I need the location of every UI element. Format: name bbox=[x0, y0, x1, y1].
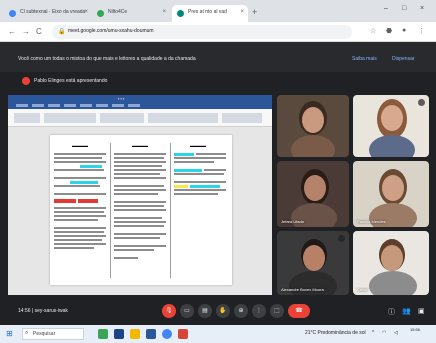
url-text: meet.google.com/umu-sxahu-doumum bbox=[68, 28, 154, 34]
taskbar-clock[interactable]: 15:56 bbox=[410, 327, 420, 332]
meeting-code: sey-sarus-iwak bbox=[34, 308, 68, 314]
search-icon: ⌕ bbox=[25, 330, 29, 336]
column-heading-3: ▬▬▬▬ bbox=[190, 143, 206, 148]
more-options-button[interactable]: ⋮ bbox=[252, 304, 266, 318]
reload-button[interactable]: C bbox=[36, 27, 42, 36]
extension-icon[interactable]: ⬣ bbox=[386, 27, 392, 35]
meeting-time-and-code: 14:56 | sey-sarus-iwak bbox=[18, 308, 68, 314]
present-button[interactable]: ⊕ bbox=[234, 304, 248, 318]
wifi-icon[interactable]: ◠ bbox=[382, 330, 386, 336]
participant-body bbox=[291, 135, 335, 157]
taskbar-app-icon[interactable] bbox=[114, 329, 124, 339]
taskbar-app-icon[interactable] bbox=[98, 329, 108, 339]
close-icon[interactable]: × bbox=[240, 9, 244, 15]
windows-start-icon[interactable]: ⊞ bbox=[6, 329, 13, 338]
participant-tile[interactable] bbox=[277, 95, 349, 157]
url-input[interactable]: 🔒 meet.google.com/umu-sxahu-doumum bbox=[52, 25, 352, 39]
participant-tile[interactable]: Cesar bbox=[353, 231, 429, 295]
meeting-time: 14:56 bbox=[18, 308, 31, 314]
volume-icon[interactable]: ◁ bbox=[394, 330, 398, 336]
participant-tile[interactable]: Paulina Mendes bbox=[353, 161, 429, 227]
dismiss-link[interactable]: Dispensar bbox=[392, 56, 415, 62]
tab-favicon-icon bbox=[9, 10, 16, 17]
tab-label: Pres at nto al vad bbox=[188, 9, 227, 15]
close-icon[interactable]: × bbox=[162, 9, 166, 15]
participant-name: Jefara Ufado bbox=[281, 219, 304, 224]
presenting-text: Pablo Elinges está apresentando bbox=[34, 78, 108, 84]
learn-more-link[interactable]: Saiba mais bbox=[352, 56, 377, 62]
captions-button[interactable]: ▤ bbox=[198, 304, 212, 318]
tab-favicon-icon bbox=[97, 10, 104, 17]
document-page: ▬▬▬▬ ▬▬▬▬ ▬▬▬▬ bbox=[50, 135, 232, 285]
profile-icon[interactable]: ● bbox=[402, 27, 406, 34]
camera-toggle-button[interactable]: ▭ bbox=[180, 304, 194, 318]
info-icon[interactable]: ⓘ bbox=[388, 307, 395, 317]
participant-face bbox=[381, 105, 403, 131]
taskbar-app-icon[interactable] bbox=[178, 329, 188, 339]
tab-favicon-icon bbox=[177, 10, 184, 17]
close-icon[interactable]: × bbox=[84, 9, 88, 15]
participant-name: Cesar bbox=[357, 287, 368, 292]
word-app-icon[interactable] bbox=[146, 329, 156, 339]
browser-tab-1[interactable]: Cl subtexnal · Eixo da vreada × bbox=[4, 5, 92, 22]
tray-chevron-icon[interactable]: ^ bbox=[372, 330, 374, 336]
chrome-app-icon[interactable] bbox=[162, 329, 172, 339]
tab-label: Nilto4Ce bbox=[108, 9, 128, 15]
address-bar: ← → C 🔒 meet.google.com/umu-sxahu-doumum… bbox=[0, 22, 436, 42]
end-call-button[interactable]: ☎ bbox=[288, 304, 310, 318]
windows-taskbar: ⊞ ⌕ Pesquisar 21°C Predominância de sol … bbox=[0, 325, 436, 343]
participant-tile[interactable] bbox=[353, 95, 429, 157]
file-explorer-icon[interactable] bbox=[130, 329, 140, 339]
menu-icon[interactable]: ⋮ bbox=[418, 27, 425, 35]
participant-name: Paulina Mendes bbox=[357, 219, 386, 224]
participant-tile[interactable]: Alexandre Bovex Moura bbox=[277, 231, 349, 295]
lock-icon: 🔒 bbox=[58, 29, 66, 35]
clock-time: 15:56 bbox=[410, 327, 421, 332]
taskbar-search-input[interactable]: ⌕ Pesquisar bbox=[22, 328, 84, 340]
participant-face bbox=[302, 107, 324, 133]
shared-screen[interactable]: ▪ ▪ ▪ ▬▬▬▬ ▬▬▬▬ ▬▬▬▬ bbox=[8, 95, 272, 295]
word-title-icon: ▪ ▪ ▪ bbox=[118, 96, 125, 101]
chat-icon[interactable]: ▣ bbox=[418, 307, 425, 315]
participant-body bbox=[369, 135, 415, 157]
raise-hand-button[interactable]: ✋ bbox=[216, 304, 230, 318]
presenting-icon bbox=[22, 77, 30, 85]
presenting-bar: Pablo Elinges está apresentando bbox=[0, 72, 436, 90]
word-ribbon bbox=[8, 109, 272, 127]
meet-info-bar: Você como um todas o mistoa do que mais … bbox=[0, 42, 436, 72]
mic-icon bbox=[418, 99, 425, 106]
info-message: Você como um todas o mistoa do que mais … bbox=[18, 56, 196, 62]
participant-tile[interactable]: Jefara Ufado bbox=[277, 161, 349, 227]
participant-face bbox=[304, 175, 326, 201]
forward-button[interactable]: → bbox=[22, 27, 30, 36]
participant-face bbox=[382, 175, 404, 201]
maximize-button[interactable]: □ bbox=[402, 5, 406, 12]
new-tab-button[interactable]: + bbox=[252, 7, 257, 17]
share-screen-button[interactable]: ⬚ bbox=[270, 304, 284, 318]
people-icon[interactable]: 👥 bbox=[402, 307, 411, 315]
browser-tab-bar: Cl subtexnal · Eixo da vreada × Nilto4Ce… bbox=[0, 0, 436, 22]
bookmark-star-icon[interactable]: ☆ bbox=[370, 27, 376, 35]
browser-tab-3[interactable]: Pres at nto al vad × bbox=[172, 5, 248, 22]
participant-face bbox=[303, 245, 325, 271]
column-heading-2: ▬▬▬▬ bbox=[132, 143, 148, 148]
mic-toggle-button[interactable]: 🎙 bbox=[162, 304, 176, 318]
back-button[interactable]: ← bbox=[8, 27, 16, 36]
word-title-bar: ▪ ▪ ▪ bbox=[8, 95, 272, 103]
taskbar-search-label: Pesquisar bbox=[33, 331, 56, 337]
minimize-button[interactable]: – bbox=[384, 5, 388, 12]
column-heading-1: ▬▬▬▬ bbox=[72, 143, 88, 148]
participant-name: Alexandre Bovex Moura bbox=[281, 287, 324, 292]
mic-icon bbox=[338, 235, 345, 242]
participant-face bbox=[381, 245, 403, 271]
meet-controls-bar: 14:56 | sey-sarus-iwak 🎙 ▭ ▤ ✋ ⊕ ⋮ ⬚ ☎ ⓘ… bbox=[0, 298, 436, 325]
participant-body bbox=[369, 271, 417, 295]
tab-label: Cl subtexnal · Eixo da vreada bbox=[20, 9, 86, 15]
browser-tab-2[interactable]: Nilto4Ce × bbox=[92, 5, 170, 22]
close-window-button[interactable]: × bbox=[420, 5, 424, 12]
weather-widget[interactable]: 21°C Predominância de sol bbox=[305, 330, 366, 336]
